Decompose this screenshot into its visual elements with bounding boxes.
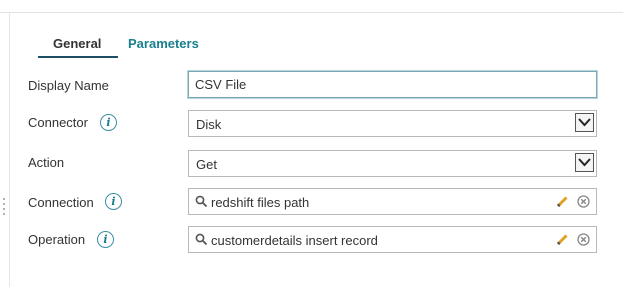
top-bar bbox=[0, 0, 623, 13]
pencil-icon[interactable] bbox=[556, 233, 569, 249]
action-selected-value: Get bbox=[196, 157, 217, 172]
connection-info-icon[interactable]: i bbox=[105, 193, 122, 210]
display-name-input[interactable] bbox=[189, 72, 596, 97]
resize-handle[interactable] bbox=[2, 198, 6, 220]
action-select[interactable]: Get bbox=[188, 150, 597, 177]
connector-info-icon[interactable]: i bbox=[100, 114, 117, 131]
chevron-down-icon[interactable] bbox=[575, 153, 594, 172]
operation-lookup[interactable]: customerdetails insert record bbox=[188, 226, 597, 253]
connector-select[interactable]: Disk bbox=[188, 110, 597, 137]
connection-label: Connection bbox=[28, 195, 94, 210]
tab-parameters[interactable]: Parameters bbox=[128, 36, 199, 51]
display-name-field[interactable] bbox=[188, 71, 597, 98]
chevron-down-icon[interactable] bbox=[575, 113, 594, 132]
search-icon bbox=[195, 233, 208, 249]
search-icon bbox=[195, 195, 208, 211]
tab-general[interactable]: General bbox=[53, 36, 101, 51]
operation-label: Operation bbox=[28, 232, 86, 247]
connection-value: redshift files path bbox=[211, 195, 310, 210]
clear-icon[interactable] bbox=[577, 195, 590, 211]
operation-value: customerdetails insert record bbox=[211, 233, 378, 248]
connector-selected-value: Disk bbox=[196, 117, 222, 132]
display-name-label: Display Name bbox=[28, 78, 109, 93]
operation-info-icon[interactable]: i bbox=[97, 231, 114, 248]
connection-lookup[interactable]: redshift files path bbox=[188, 188, 597, 215]
action-label: Action bbox=[28, 155, 65, 170]
pencil-icon[interactable] bbox=[556, 195, 569, 211]
clear-icon[interactable] bbox=[577, 233, 590, 249]
active-tab-indicator bbox=[38, 56, 118, 58]
connector-label: Connector bbox=[28, 115, 88, 130]
